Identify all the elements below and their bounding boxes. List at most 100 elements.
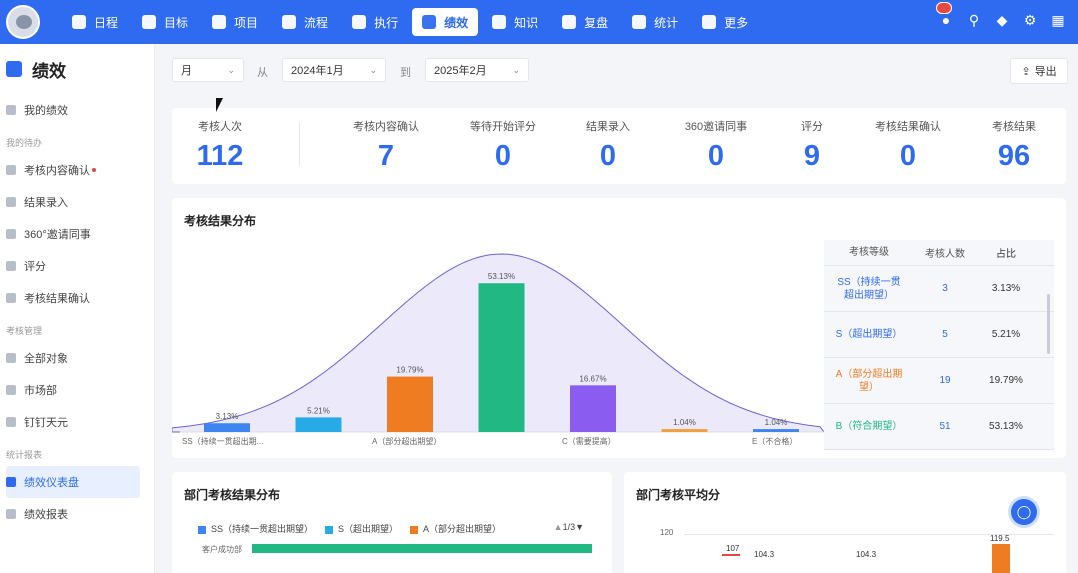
chevron-down-icon: ⌄ [227,64,235,75]
grade-table-header: 考核等级 考核人数 占比 [824,240,1054,266]
table-scrollbar[interactable] [1047,294,1050,354]
flow-icon [282,15,297,29]
stats-divider [299,122,300,166]
stat-result-entry[interactable]: 结果录入 0 [574,118,642,173]
sidebar-item-all-objects[interactable]: 全部对象 [0,342,154,374]
apps-icon[interactable]: ▦ [1050,12,1066,28]
legend-item[interactable]: SS（持续一贯超出期望） [198,522,313,535]
search-icon[interactable]: ⚲ [966,12,982,28]
sidebar-item-360-invite[interactable]: 360°邀请同事 [0,218,154,250]
grid-icon [702,15,717,29]
report-icon [6,509,16,519]
gear-icon[interactable]: ⚙ [1022,12,1038,28]
sidebar-section-report: 统计报表 [6,450,43,460]
x-label-c: C（需要提高） [562,436,616,446]
notification-badge [936,2,952,14]
performance-logo-icon [6,61,22,77]
nav-performance[interactable]: 绩效 [412,8,479,36]
shield-icon[interactable]: ◆ [994,12,1010,28]
stats-panel: 考核人次 112 考核内容确认 7 等待开始评分 0 结果录入 0 360邀请同事 0 评… [172,108,1066,184]
avg-mark[interactable] [722,554,740,556]
bar-A[interactable] [387,376,433,432]
sidebar-item-my-performance[interactable]: 我的绩效 [0,94,154,126]
nav-more[interactable]: 更多 [692,8,758,36]
bar-D[interactable] [661,429,708,432]
distribution-chart: 3.13% 5.21% 19.79% 53.13% 16.67% 1.04% 1.04% S… [172,253,824,446]
nav-stats[interactable]: 统计 [622,8,688,36]
dept-bar[interactable] [252,544,592,553]
performance-icon [422,15,437,29]
bar-B[interactable] [478,283,525,432]
sidebar-item-dashboard[interactable]: 绩效仪表盘 [6,466,140,498]
bar-C[interactable] [570,385,616,432]
edit-icon [6,197,16,207]
pie-chart-icon [632,15,647,29]
dept-distribution-title: 部门考核结果分布 [184,488,281,502]
calendar-icon [72,15,86,29]
sidebar-section-manage: 考核管理 [6,326,43,336]
avg-label: 119.5 [990,534,1010,543]
review-icon [562,15,577,29]
user-avatar[interactable] [6,5,40,39]
nav-knowledge[interactable]: 知识 [482,8,548,36]
sidebar-title: 绩效 [0,44,154,94]
sidebar-item-result-confirm[interactable]: 考核结果确认 [0,282,154,314]
nav-review[interactable]: 复盘 [552,8,618,36]
page-up-icon[interactable]: ▲ [554,522,563,532]
bulb-icon: ◯ [1016,504,1032,519]
avg-label: 107 [726,544,740,553]
x-label-e: E（不合格） [752,436,797,446]
bar-S[interactable] [295,417,342,432]
legend-swatch [325,525,334,534]
legend-item[interactable]: A（部分超出期望） [410,522,501,535]
nav-project[interactable]: 项目 [202,8,268,36]
page-down-icon[interactable]: ▼ [575,522,584,532]
main-nav: 日程 目标 项目 流程 执行 绩效 知识 复盘 统计 更多 [62,8,758,36]
stat-result-confirm[interactable]: 考核结果确认 0 [864,118,952,173]
help-button[interactable]: ◯ [1008,496,1040,528]
sidebar-item-content-confirm[interactable]: 考核内容确认 [0,154,154,186]
period-select[interactable]: 月 ⌄ [172,58,244,82]
table-row: S（超出期望） 5 5.21% [824,312,1054,358]
stat-score[interactable]: 评分 9 [792,118,832,173]
bar-value-label: 5.21% [307,406,330,415]
list-icon [6,353,16,363]
sidebar-item-dingtianyuan[interactable]: 钉钉天元 [0,406,154,438]
stat-wait-score[interactable]: 等待开始评分 0 [460,118,546,173]
stat-result[interactable]: 考核结果 96 [986,118,1042,173]
nav-schedule[interactable]: 日程 [62,8,128,36]
bell-icon[interactable]: ● [936,2,954,28]
sidebar-item-result-entry[interactable]: 结果录入 [0,186,154,218]
bar-E[interactable] [753,429,799,432]
x-label-ss: SS（持续一贯超出期... [182,436,263,446]
to-month-select[interactable]: 2025年2月 ⌄ [425,58,529,82]
sidebar-item-score[interactable]: 评分 [0,250,154,282]
to-label: 到 [400,67,411,79]
sidebar-section-todo: 我的待办 [6,138,43,148]
user-icon [6,105,16,115]
sidebar-item-report[interactable]: 绩效报表 [0,498,154,530]
from-month-select[interactable]: 2024年1月 ⌄ [282,58,386,82]
dept-row-label: 客户成功部 [202,545,242,554]
mouse-cursor [216,98,223,112]
from-label: 从 [257,67,268,79]
stat-total[interactable]: 考核人次 112 [172,118,268,173]
top-nav-bar: 日程 目标 项目 流程 执行 绩效 知识 复盘 统计 更多 ● ⚲ ◆ ⚙ ▦ [0,0,1078,44]
bar-value-label: 1.04% [673,418,696,427]
nav-goal[interactable]: 目标 [132,8,198,36]
sidebar-item-market-dept[interactable]: 市场部 [0,374,154,406]
bar-value-label: 1.04% [765,418,788,427]
bar-SS[interactable] [204,423,250,432]
legend-pager: ▲1/3▼ [553,522,584,532]
bar-value-label: 53.13% [488,272,515,281]
avg-label: 104.3 [856,550,877,559]
nav-process[interactable]: 流程 [272,8,338,36]
export-button[interactable]: ⇪ 导出 [1010,58,1068,84]
nav-execute[interactable]: 执行 [342,8,408,36]
avg-bar[interactable] [992,544,1010,573]
execute-icon [352,15,367,29]
stat-360-invite[interactable]: 360邀请同事 0 [676,118,756,173]
stat-content-confirm[interactable]: 考核内容确认 7 [342,118,430,173]
table-row: SS（持续一贯超出期望） 3 3.13% [824,266,1054,312]
legend-item[interactable]: S（超出期望） [325,522,398,535]
